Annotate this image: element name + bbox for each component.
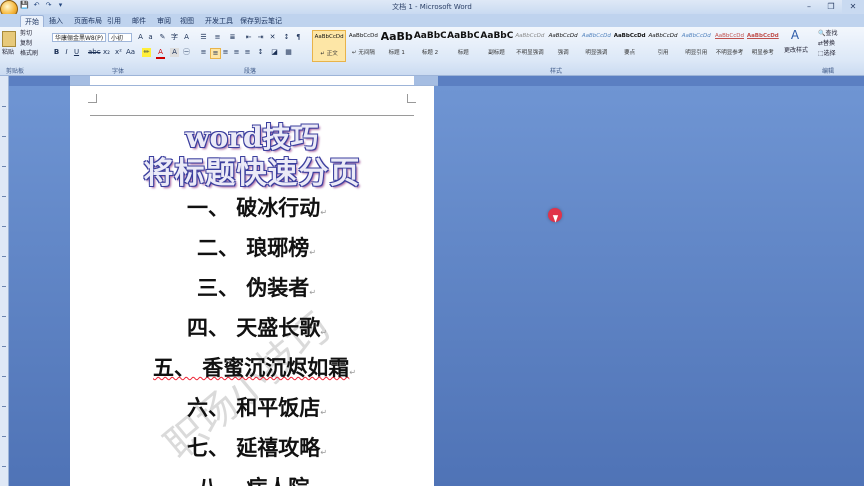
replace-button[interactable]: ⇄替换	[818, 40, 835, 48]
paste-icon[interactable]	[2, 31, 16, 47]
underline-icon[interactable]: U	[72, 48, 81, 57]
paragraph-group-label: 段落	[244, 68, 257, 75]
list-item-3: 三、 伪装者↵	[197, 276, 317, 300]
styles-group-label: 样式	[550, 68, 563, 75]
list-item-8: 八、 病人院	[197, 472, 309, 486]
find-button[interactable]: 🔍查找	[818, 30, 838, 38]
strikethrough-icon[interactable]: abc	[88, 48, 101, 57]
minimize-button[interactable]: –	[798, 0, 820, 13]
style-item-title[interactable]: AaBbC 标题	[447, 30, 479, 60]
ribbon: 粘贴 剪切 复制 格式刷 剪贴板 华康俪金黑W8(P) 小初 A a ✎ 字 A…	[0, 27, 864, 76]
tab-developer[interactable]: 开发工具	[201, 15, 237, 27]
multilevel-list-icon[interactable]: ≣	[228, 33, 237, 42]
style-item-heading-1[interactable]: AaBb 标题 1	[381, 30, 413, 60]
style-item-intense-reference[interactable]: AaBbCcDd 明显参考	[747, 30, 779, 60]
tab-cloud-note[interactable]: 保存到云笔记	[236, 15, 286, 27]
tab-mailings[interactable]: 邮件	[128, 15, 150, 27]
decrease-indent-icon[interactable]: ⇤	[244, 33, 253, 42]
numbering-icon[interactable]: ≡	[213, 33, 222, 42]
phonetic-guide-icon[interactable]: 字	[170, 33, 179, 42]
increase-indent-icon[interactable]: ⇥	[256, 33, 265, 42]
justify-icon[interactable]: ≡	[232, 48, 241, 57]
select-button[interactable]: ⬚选择	[818, 50, 836, 58]
style-item-intense-quote[interactable]: AaBbCcDd 明显引用	[680, 30, 712, 60]
tab-references[interactable]: 引用	[103, 15, 125, 27]
horizontal-ruler[interactable]	[70, 76, 438, 86]
title-bar: 💾 ↶ ↷ ▾ 文档 1 - Microsoft Word – ❐ ✕	[0, 0, 864, 18]
style-item-subtle-emphasis[interactable]: AaBbCcDd 不明显强调	[514, 30, 546, 60]
italic-icon[interactable]: I	[62, 48, 71, 57]
window-title: 文档 1 - Microsoft Word	[392, 3, 472, 11]
char-shading-icon[interactable]: A	[170, 48, 179, 57]
list-item-6: 六、 和平饭店↵	[187, 396, 328, 420]
font-size-field[interactable]: 小初	[108, 33, 132, 42]
enclose-char-icon[interactable]: ㊀	[182, 48, 191, 57]
list-item-1: 一、 破冰行动↵	[187, 196, 328, 220]
clipboard-group-label: 剪贴板	[6, 68, 25, 75]
bold-icon[interactable]: B	[52, 48, 61, 57]
shrink-font-icon[interactable]: a	[146, 33, 155, 42]
format-painter-button[interactable]: 格式刷	[20, 50, 38, 58]
chinese-layout-icon[interactable]: ✕	[268, 33, 277, 42]
list-item-2: 二、 琅琊榜↵	[197, 236, 317, 260]
borders-icon[interactable]: ▦	[284, 48, 293, 57]
subscript-icon[interactable]: x₂	[102, 48, 111, 57]
clear-format-icon[interactable]: ✎	[158, 33, 167, 42]
align-center-icon[interactable]: ≡	[210, 48, 221, 59]
align-left-icon[interactable]: ≡	[199, 48, 208, 57]
mouse-cursor-icon	[548, 208, 562, 222]
change-styles-icon[interactable]: A	[788, 29, 802, 45]
style-item-subtle-reference[interactable]: AaBbCcDd 不明显参考	[713, 30, 745, 60]
font-name-field[interactable]: 华康俪金黑W8(P)	[52, 33, 106, 42]
style-item-intense-emphasis[interactable]: AaBbCcDd 明显强调	[580, 30, 612, 60]
copy-button[interactable]: 复制	[20, 40, 32, 48]
styles-gallery: AaBbCcDd ↵ 正文 AaBbCcDd ↵ 无间隔 AaBb 标题 1 AaBb…	[312, 30, 780, 62]
tab-view[interactable]: 视图	[176, 15, 198, 27]
restore-button[interactable]: ❐	[820, 0, 842, 13]
list-item-4: 四、 天盛长歌↵	[187, 316, 328, 340]
style-item-subtitle[interactable]: AaBbC 副标题	[480, 30, 512, 60]
ribbon-tabs: 开始 插入 页面布局 引用 邮件 审阅 视图 开发工具 保存到云笔记	[0, 14, 864, 28]
style-item-no-spacing[interactable]: AaBbCcDd ↵ 无间隔	[347, 30, 379, 60]
shading-icon[interactable]: ◪	[270, 48, 279, 57]
editing-group-label: 编辑	[822, 68, 835, 75]
distributed-icon[interactable]: ≡	[243, 48, 252, 57]
style-item-heading-2[interactable]: AaBbC 标题 2	[414, 30, 446, 60]
style-item-emphasis[interactable]: AaBbCcDd 强调	[547, 30, 579, 60]
char-border-icon[interactable]: A	[182, 33, 191, 42]
style-item-strong[interactable]: AaBbCcDd 要点	[614, 30, 646, 60]
document-page[interactable]: 职场小技巧 word技巧 将标题快速分页 一、 破冰行动↵ 二、 琅琊榜↵ 三、…	[70, 86, 434, 486]
tab-insert[interactable]: 插入	[45, 15, 67, 27]
align-right-icon[interactable]: ≡	[221, 48, 230, 57]
tab-review[interactable]: 审阅	[153, 15, 175, 27]
cut-button[interactable]: 剪切	[20, 30, 32, 38]
bullets-icon[interactable]: ☰	[199, 33, 208, 42]
vertical-ruler[interactable]	[0, 76, 9, 486]
document-title-line2: 将标题快速分页	[143, 156, 361, 191]
show-marks-icon[interactable]: ¶	[294, 33, 303, 42]
style-item-normal[interactable]: AaBbCcDd ↵ 正文	[312, 30, 347, 62]
line-spacing-icon[interactable]: ↕	[256, 48, 265, 57]
superscript-icon[interactable]: x²	[114, 48, 123, 57]
paste-label[interactable]: 粘贴	[2, 49, 14, 57]
margin-corner-left	[88, 94, 97, 103]
list-item-7: 七、 延禧攻略↵	[187, 436, 328, 460]
change-styles-label[interactable]: 更改样式	[784, 47, 808, 55]
font-color-icon[interactable]: A	[156, 48, 165, 59]
highlight-icon[interactable]: ✏	[142, 48, 151, 57]
tab-page-layout[interactable]: 页面布局	[70, 15, 106, 27]
style-item-quote[interactable]: AaBbCcDd 引用	[647, 30, 679, 60]
change-case-icon[interactable]: Aa	[126, 48, 135, 57]
grow-font-icon[interactable]: A	[136, 33, 145, 42]
close-button[interactable]: ✕	[842, 0, 864, 13]
sort-icon[interactable]: ↕	[282, 33, 291, 42]
list-item-5: 五、 香蜜沉沉烬如霜↵	[153, 356, 357, 380]
margin-corner-right	[407, 94, 416, 103]
font-group-label: 字体	[112, 68, 125, 75]
